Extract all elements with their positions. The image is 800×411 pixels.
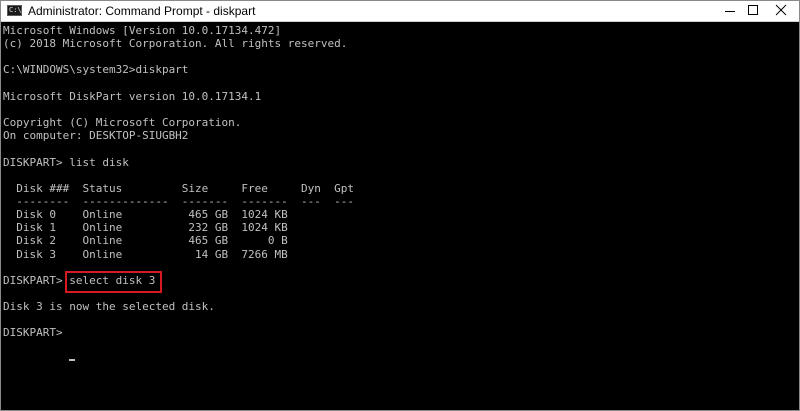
console-line: -------- ------------- ------- ------- -…: [3, 194, 354, 208]
console-line: C:\WINDOWS\system32>diskpart: [3, 63, 189, 77]
title-bar[interactable]: C:\ Administrator: Command Prompt - disk…: [1, 1, 799, 22]
console-line: On computer: DESKTOP-SIUGBH2: [3, 129, 189, 143]
highlight-box: [65, 271, 162, 293]
text-cursor: [69, 359, 75, 361]
console-line: Disk 3 Online 14 GB 7266 MB: [3, 247, 288, 261]
close-button[interactable]: [763, 1, 799, 21]
window-title: Administrator: Command Prompt - diskpart: [28, 4, 256, 18]
console-line: Copyright (C) Microsoft Corporation.: [3, 116, 242, 130]
console-line: Microsoft Windows [Version 10.0.17134.47…: [3, 24, 282, 37]
cmd-icon[interactable]: C:\: [7, 5, 22, 16]
console-line: Disk 3 is now the selected disk.: [3, 300, 215, 314]
cmd-icon-glyph: C:\: [9, 6, 22, 14]
console-line: Disk 1 Online 232 GB 1024 KB: [3, 221, 288, 235]
console-line: Microsoft DiskPart version 10.0.17134.1: [3, 89, 262, 103]
close-icon: [775, 4, 787, 16]
console-line: DISKPART> list disk: [3, 155, 129, 169]
console-output[interactable]: Microsoft Windows [Version 10.0.17134.47…: [1, 22, 799, 410]
console-line: Disk 0 Online 465 GB 1024 KB: [3, 208, 288, 222]
console-line: DISKPART>: [3, 326, 70, 340]
console-line: Disk 2 Online 465 GB 0 B: [3, 234, 288, 248]
console-line: Disk ### Status Size Free Dyn Gpt: [3, 181, 354, 195]
console-line: (c) 2018 Microsoft Corporation. All righ…: [3, 37, 348, 51]
command-prompt-window: C:\ Administrator: Command Prompt - disk…: [0, 0, 800, 411]
